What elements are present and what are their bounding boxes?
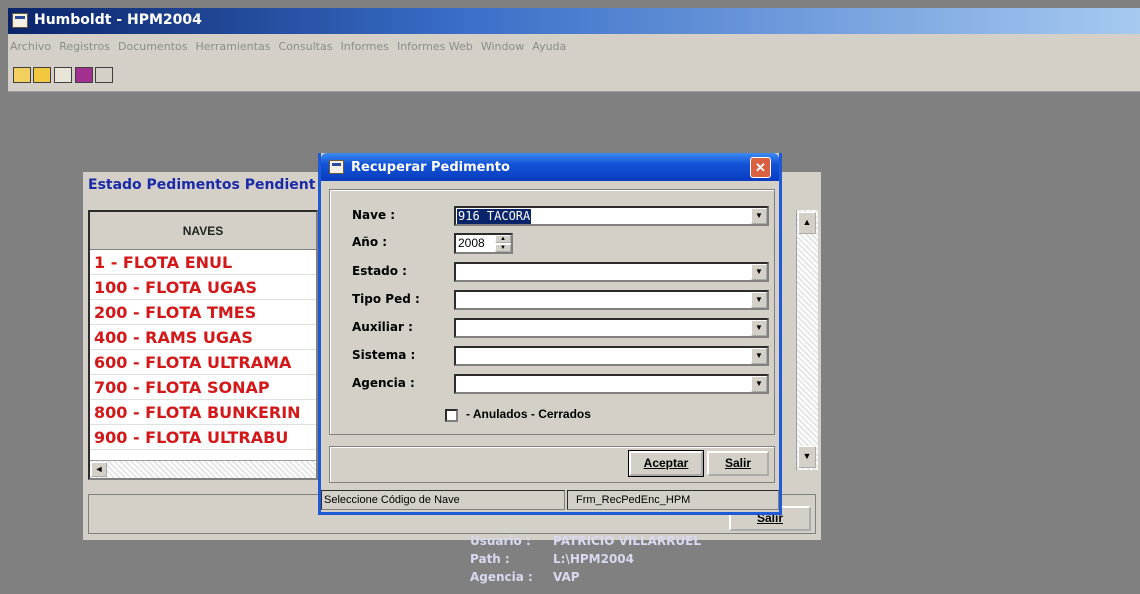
ano-label: Año : xyxy=(352,235,388,249)
estado-combobox[interactable]: ▼ xyxy=(454,262,769,282)
chevron-down-icon[interactable]: ▼ xyxy=(751,320,767,336)
close-icon[interactable]: ✕ xyxy=(750,157,771,178)
usuario-label: Usuario : xyxy=(470,534,531,548)
dialog-title: Recuperar Pedimento xyxy=(351,160,510,175)
chevron-down-icon[interactable]: ▼ xyxy=(751,264,767,280)
dialog-status-bar: Seleccione Código de Nave Frm_RecPedEnc_… xyxy=(321,488,779,512)
ano-spinner[interactable]: 2008 ▲ ▼ xyxy=(454,233,513,254)
chevron-down-icon[interactable]: ▼ xyxy=(751,208,767,224)
dialog-title-bar[interactable]: Recuperar Pedimento ✕ xyxy=(321,153,779,181)
salir-button[interactable]: Salir xyxy=(707,451,769,476)
grid-row[interactable]: 700 - FLOTA SONAP xyxy=(90,375,316,400)
menu-documentos[interactable]: Documentos xyxy=(116,34,190,53)
user-info: Usuario : PATRICIO VILLARRUEL Path : L:\HP… xyxy=(470,534,701,588)
grid-row[interactable]: 100 - FLOTA UGAS xyxy=(90,275,316,300)
menu-registros[interactable]: Registros xyxy=(57,34,113,53)
path-value: L:\HPM2004 xyxy=(553,552,635,566)
app-icon xyxy=(12,13,28,28)
grid-vertical-scrollbar[interactable]: ▲ ▼ xyxy=(796,210,818,470)
grid-row[interactable]: 1 - FLOTA ENUL xyxy=(90,250,316,275)
app-title-bar: Humboldt - HPM2004 xyxy=(8,8,1140,34)
sistema-label: Sistema : xyxy=(352,348,416,362)
menu-window[interactable]: Window xyxy=(479,34,527,53)
estado-label: Estado : xyxy=(352,264,407,278)
recuperar-pedimento-dialog: Recuperar Pedimento ✕ Nave : 916 TACORA … xyxy=(318,153,782,515)
spin-up-icon[interactable]: ▲ xyxy=(495,235,511,243)
grid-row[interactable]: 900 - FLOTA ULTRABU xyxy=(90,425,316,450)
estado-form-title: Estado Pedimentos Pendient xyxy=(88,177,316,193)
menu-consultas[interactable]: Consultas xyxy=(277,34,336,53)
grid-header-naves[interactable]: NAVES xyxy=(90,212,316,250)
dialog-icon xyxy=(329,160,344,174)
usuario-value: PATRICIO VILLARRUEL xyxy=(553,534,701,548)
anulados-cerrados-label: - Anulados - Cerrados xyxy=(466,407,591,421)
menu-ayuda[interactable]: Ayuda xyxy=(530,34,569,53)
auxiliar-label: Auxiliar : xyxy=(352,320,413,334)
folder-icon[interactable] xyxy=(33,67,51,83)
menu-informes-web[interactable]: Informes Web xyxy=(395,34,476,53)
dialog-fields-panel: Nave : 916 TACORA ▼ Año : 2008 ▲ ▼ Estad… xyxy=(329,189,775,435)
status-form-name: Frm_RecPedEnc_HPM xyxy=(567,490,779,510)
table-icon[interactable] xyxy=(54,67,72,83)
chevron-down-icon[interactable]: ▼ xyxy=(751,292,767,308)
exit-icon[interactable] xyxy=(95,67,113,83)
toolbar xyxy=(8,58,1140,92)
status-message: Seleccione Código de Nave xyxy=(321,490,565,510)
path-label: Path : xyxy=(470,552,510,566)
grid-horizontal-scrollbar[interactable]: ◄ xyxy=(90,460,316,478)
menu-herramientas[interactable]: Herramientas xyxy=(194,34,274,53)
scroll-down-icon[interactable]: ▼ xyxy=(798,446,816,468)
menu-bar: Archivo Registros Documentos Herramienta… xyxy=(8,34,1140,58)
scroll-up-icon[interactable]: ▲ xyxy=(798,212,816,234)
chevron-down-icon[interactable]: ▼ xyxy=(751,348,767,364)
tipo-ped-combobox[interactable]: ▼ xyxy=(454,290,769,310)
chevron-down-icon[interactable]: ▼ xyxy=(751,376,767,392)
scroll-left-icon[interactable]: ◄ xyxy=(91,462,107,477)
sistema-combobox[interactable]: ▼ xyxy=(454,346,769,366)
auxiliar-combobox[interactable]: ▼ xyxy=(454,318,769,338)
menu-informes[interactable]: Informes xyxy=(339,34,392,53)
agencia-label: Agencia : xyxy=(470,570,533,584)
spin-down-icon[interactable]: ▼ xyxy=(495,244,511,252)
nave-value: 916 TACORA xyxy=(457,209,532,224)
grid-row[interactable]: 400 - RAMS UGAS xyxy=(90,325,316,350)
agencia-combobox[interactable]: ▼ xyxy=(454,374,769,394)
aceptar-button[interactable]: Aceptar xyxy=(628,450,704,477)
tipo-ped-label: Tipo Ped : xyxy=(352,292,420,306)
aceptar-label: Aceptar xyxy=(643,456,689,470)
calendar-icon[interactable] xyxy=(75,67,93,83)
grid-row[interactable]: 600 - FLOTA ULTRAMA xyxy=(90,350,316,375)
open-icon[interactable] xyxy=(13,67,31,83)
nave-label: Nave : xyxy=(352,208,396,222)
nave-combobox[interactable]: 916 TACORA ▼ xyxy=(454,206,769,226)
agencia-value: VAP xyxy=(553,570,580,584)
grid-row[interactable]: 200 - FLOTA TMES xyxy=(90,300,316,325)
salir-label: Salir xyxy=(724,456,751,470)
ano-value: 2008 xyxy=(458,236,485,250)
naves-grid[interactable]: NAVES 1 - FLOTA ENUL 100 - FLOTA UGAS 20… xyxy=(88,210,318,480)
agencia-field-label: Agencia : xyxy=(352,376,415,390)
grid-row[interactable]: 800 - FLOTA BUNKERIN xyxy=(90,400,316,425)
menu-archivo[interactable]: Archivo xyxy=(8,34,54,53)
anulados-cerrados-checkbox[interactable] xyxy=(445,409,458,422)
app-title: Humboldt - HPM2004 xyxy=(34,12,202,28)
